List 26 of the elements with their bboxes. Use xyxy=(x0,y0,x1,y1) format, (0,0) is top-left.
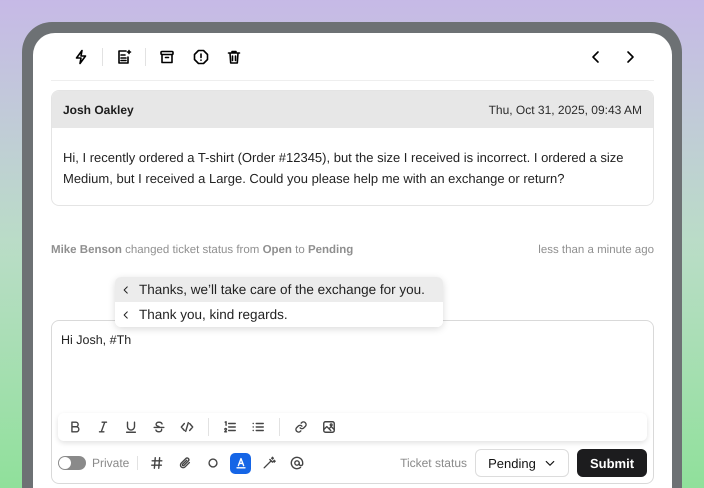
lightning-icon[interactable] xyxy=(73,48,89,64)
numbered-list-icon[interactable] xyxy=(223,420,237,434)
activity-text: Mike Benson changed ticket status from Open to Pending xyxy=(51,243,354,258)
status-dropdown[interactable]: Pending xyxy=(475,449,569,478)
private-toggle[interactable] xyxy=(58,456,86,470)
code-icon[interactable] xyxy=(180,420,194,434)
suggestion-item[interactable]: Thanks, we’ll take care of the exchange for you. xyxy=(115,277,443,302)
underline-icon[interactable] xyxy=(124,420,138,434)
archive-icon[interactable] xyxy=(159,48,175,64)
message-body: Hi, I recently ordered a T-shirt (Order #12345), but the size I received is incorrect. I ordered a size Medium, but I received a Large. Could you please help me with an exchange or return? xyxy=(62,149,624,188)
document-sparkle-icon[interactable] xyxy=(116,48,132,64)
ticket-status-label: Ticket status xyxy=(400,455,467,472)
italic-icon[interactable] xyxy=(96,420,110,434)
submit-button[interactable]: Submit xyxy=(577,449,647,478)
trash-icon[interactable] xyxy=(226,48,242,64)
alert-icon[interactable] xyxy=(193,48,209,64)
activity-time: less than a minute ago xyxy=(538,243,654,258)
link-icon[interactable] xyxy=(294,420,308,434)
strikethrough-icon[interactable] xyxy=(152,420,166,434)
image-icon[interactable] xyxy=(322,420,336,434)
sender-name: Josh Oakley xyxy=(63,102,134,118)
private-label: Private xyxy=(92,455,130,472)
bold-icon[interactable] xyxy=(68,420,82,434)
text-style-icon[interactable] xyxy=(230,452,252,474)
suggestion-item[interactable]: Thank you, kind regards. xyxy=(115,302,443,328)
message-timestamp: Thu, Oct 31, 2025, 09:43 AM xyxy=(488,102,642,118)
